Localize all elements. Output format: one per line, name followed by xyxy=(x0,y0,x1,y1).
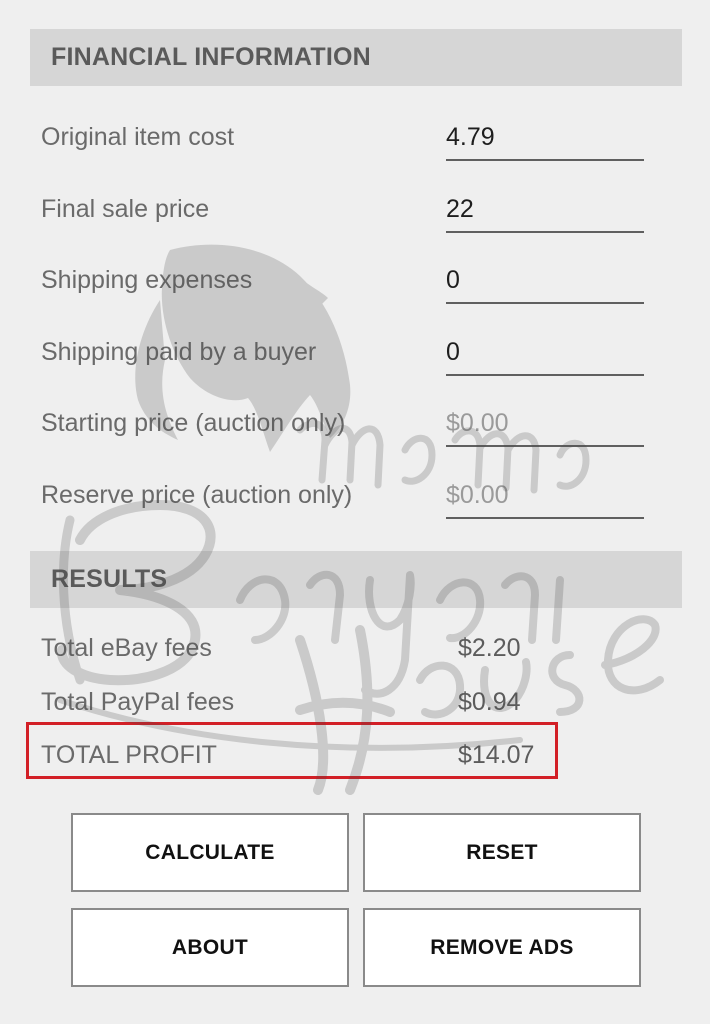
reset-button[interactable]: RESET xyxy=(363,813,641,892)
starting-price-label: Starting price (auction only) xyxy=(41,409,346,437)
total-paypal-fees-value: $0.94 xyxy=(458,688,521,716)
financial-information-header: FINANCIAL INFORMATION xyxy=(30,29,682,86)
final-sale-price-label: Final sale price xyxy=(41,195,210,223)
field-row-reserve-price: Reserve price (auction only) xyxy=(0,473,710,545)
calculator-page: FINANCIAL INFORMATION Original item cost… xyxy=(0,0,710,1024)
field-row-shipping-expenses: Shipping expenses xyxy=(0,258,710,330)
results-title: RESULTS xyxy=(51,565,168,593)
field-row-shipping-paid-by-buyer: Shipping paid by a buyer xyxy=(0,330,710,402)
shipping-paid-by-buyer-input[interactable] xyxy=(446,330,644,376)
results-header: RESULTS xyxy=(30,551,682,608)
remove-ads-button[interactable]: REMOVE ADS xyxy=(363,908,641,987)
starting-price-input[interactable] xyxy=(446,401,644,447)
financial-information-title: FINANCIAL INFORMATION xyxy=(51,43,371,71)
final-sale-price-input[interactable] xyxy=(446,187,644,233)
original-item-cost-label: Original item cost xyxy=(41,123,235,151)
result-row-ebay-fees: Total eBay fees $2.20 xyxy=(0,626,710,676)
total-profit-highlight-box xyxy=(26,722,558,779)
about-button[interactable]: ABOUT xyxy=(71,908,349,987)
original-item-cost-input[interactable] xyxy=(446,115,644,161)
reserve-price-label: Reserve price (auction only) xyxy=(41,481,353,509)
field-row-original-item-cost: Original item cost xyxy=(0,115,710,187)
reserve-price-input[interactable] xyxy=(446,473,644,519)
shipping-expenses-input[interactable] xyxy=(446,258,644,304)
total-ebay-fees-label: Total eBay fees xyxy=(41,634,212,662)
calculate-button[interactable]: CALCULATE xyxy=(71,813,349,892)
shipping-expenses-label: Shipping expenses xyxy=(41,266,253,294)
shipping-paid-by-buyer-label: Shipping paid by a buyer xyxy=(41,338,317,366)
total-paypal-fees-label: Total PayPal fees xyxy=(41,688,235,716)
field-row-final-sale-price: Final sale price xyxy=(0,187,710,259)
total-ebay-fees-value: $2.20 xyxy=(458,634,521,662)
field-row-starting-price: Starting price (auction only) xyxy=(0,401,710,473)
